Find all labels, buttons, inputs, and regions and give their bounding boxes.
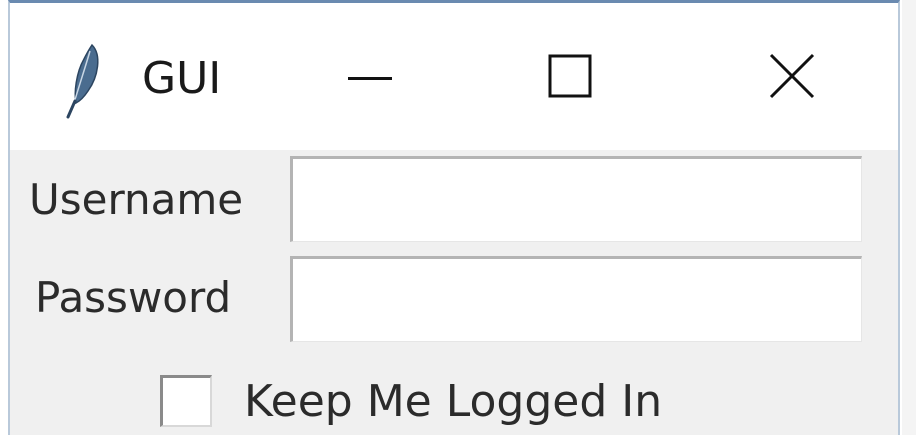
login-form: Username Password Keep Me Logged In	[10, 150, 898, 435]
title-bar[interactable]: GUI	[10, 3, 898, 150]
keep-logged-in-checkbox[interactable]	[160, 375, 212, 427]
background-strip	[902, 0, 916, 435]
close-icon	[768, 52, 816, 105]
password-field[interactable]	[290, 256, 862, 342]
keep-logged-in-label[interactable]: Keep Me Logged In	[244, 372, 662, 432]
minimize-button[interactable]	[300, 23, 440, 133]
window-title: GUI	[142, 53, 222, 104]
maximize-button[interactable]	[500, 23, 640, 133]
feather-icon	[62, 43, 102, 119]
username-label: Username	[29, 175, 244, 224]
screen: GUI Username Password Keep Me Logged In	[0, 0, 916, 435]
app-window: GUI Username Password Keep Me Logged In	[8, 0, 900, 435]
maximize-icon	[548, 54, 592, 103]
password-label: Password	[35, 273, 232, 322]
close-button[interactable]	[722, 23, 862, 133]
minimize-icon	[348, 69, 392, 87]
username-field[interactable]	[290, 156, 862, 242]
